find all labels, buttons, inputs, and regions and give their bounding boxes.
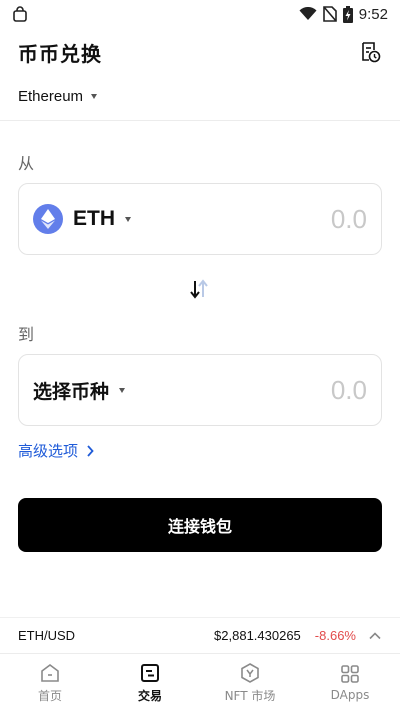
from-label: 从: [18, 154, 35, 173]
from-token-name: ETH: [73, 207, 115, 230]
divider: [0, 120, 400, 121]
to-token-name: 选择币种: [33, 380, 110, 403]
from-amount-input[interactable]: 0.0: [331, 204, 367, 235]
to-token-box: 选择币种 0.0: [18, 354, 382, 426]
ticker-change: -8.66%: [314, 628, 356, 643]
to-token-selector[interactable]: 选择币种: [33, 377, 126, 404]
chevron-right-icon: [87, 444, 94, 457]
connect-wallet-button[interactable]: 连接钱包: [18, 498, 382, 552]
from-token-box: ETH 0.0: [18, 183, 382, 255]
to-amount-input[interactable]: 0.0: [331, 375, 367, 406]
nav-item-dapps[interactable]: DApps: [300, 654, 400, 711]
home-icon: [41, 663, 59, 682]
price-ticker[interactable]: ETH/USD $2,881.430265 -8.66%: [0, 617, 400, 653]
caret-down-icon: [125, 216, 131, 222]
advanced-options-label: 高级选项: [18, 442, 79, 460]
from-token-selector[interactable]: ETH: [33, 204, 131, 234]
dapps-icon: [341, 665, 359, 683]
header: 币币兑换: [0, 34, 400, 70]
ethereum-icon: [33, 204, 63, 234]
nav-label: DApps: [330, 688, 370, 702]
battery-charging-icon: [342, 5, 353, 23]
swap-direction-icon[interactable]: [186, 278, 212, 300]
history-icon: [362, 42, 381, 63]
page-title: 币币兑换: [18, 41, 102, 66]
nav-item-home[interactable]: 首页: [0, 654, 100, 711]
history-button[interactable]: [358, 40, 382, 64]
nav-item-trade[interactable]: 交易: [100, 654, 200, 711]
ticker-pair: ETH/USD: [18, 628, 76, 643]
to-label: 到: [18, 325, 35, 344]
advanced-options-link[interactable]: 高级选项: [18, 440, 94, 461]
chevron-up-icon[interactable]: [368, 629, 382, 643]
nav-label: 首页: [37, 688, 62, 703]
caret-down-icon: [119, 387, 126, 393]
caret-down-icon: [91, 94, 98, 99]
no-sim-icon: [322, 6, 337, 22]
wifi-icon: [299, 7, 317, 20]
network-selector[interactable]: Ethereum: [18, 88, 98, 105]
nav-label: NFT 市场: [224, 688, 276, 703]
network-name: Ethereum: [18, 88, 84, 105]
ticker-price: $2,881.430265: [214, 628, 301, 643]
bottom-nav: 首页 交易 NFT 市场 DApps: [0, 653, 400, 711]
trade-icon: [141, 663, 159, 682]
nav-label: 交易: [137, 688, 162, 703]
nav-item-nft[interactable]: NFT 市场: [200, 654, 300, 711]
status-time: 9:52: [358, 5, 388, 23]
status-bar: 9:52: [0, 0, 400, 28]
nft-icon: [241, 662, 259, 683]
shopping-bag-icon: [13, 6, 27, 22]
